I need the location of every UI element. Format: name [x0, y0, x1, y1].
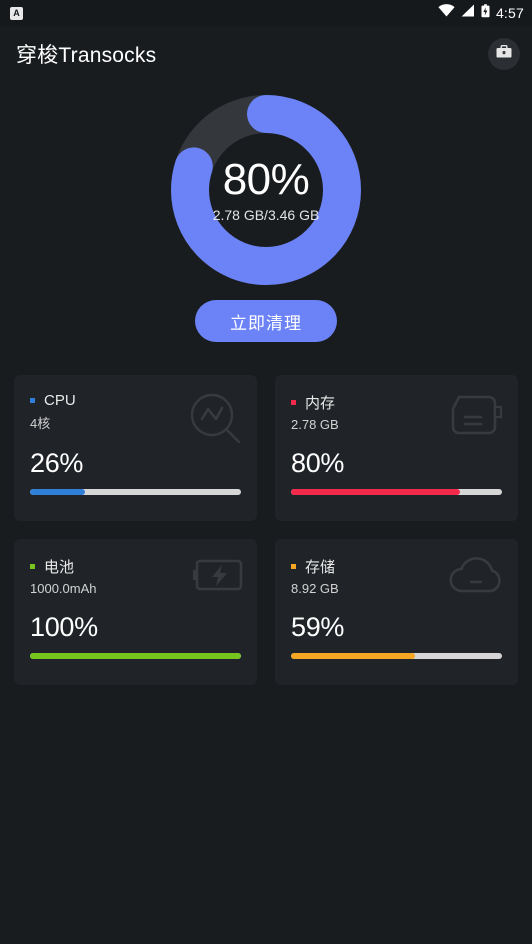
card-cpu-title: CPU [44, 392, 76, 409]
card-storage[interactable]: 存储 8.92 GB 59% [275, 539, 518, 685]
card-storage-head: 存储 8.92 GB [291, 556, 502, 596]
card-memory-percent: 80% [291, 448, 345, 478]
card-storage-bullet [291, 564, 296, 569]
clean-now-button[interactable]: 立即清理 [195, 300, 337, 342]
memory-donut-section: 80% 2.78 GB/3.46 GB [0, 84, 532, 296]
status-bar-left: A [10, 6, 23, 20]
card-memory-progress-fill [291, 489, 460, 495]
status-bar: A 4:57 [0, 0, 532, 26]
card-battery-subtitle: 1000.0mAh [30, 581, 97, 596]
app-screen: A 4:57 穿梭Transocks 80% 2.78 GB/3.46 GB 立… [0, 0, 532, 944]
card-cpu-percent: 26% [30, 448, 84, 478]
status-bar-clock: 4:57 [495, 5, 524, 21]
card-battery-title-row: 电池 [30, 556, 241, 577]
memory-donut-chart: 80% 2.78 GB/3.46 GB [171, 95, 361, 285]
card-battery[interactable]: 电池 1000.0mAh 100% [14, 539, 257, 685]
donut-svg [171, 95, 361, 285]
card-cpu-head: CPU 4核 [30, 392, 241, 432]
card-memory-title-row: 内存 [291, 392, 502, 413]
card-memory-subtitle: 2.78 GB [291, 417, 339, 432]
battery-charging-icon [481, 3, 490, 23]
card-storage-progress-track [291, 653, 502, 659]
clean-button-row: 立即清理 [0, 300, 532, 342]
card-battery-progress-track [30, 653, 241, 659]
status-bar-right: 4:57 [438, 3, 524, 23]
card-storage-subtitle: 8.92 GB [291, 581, 339, 596]
card-cpu-bullet [30, 398, 35, 403]
card-memory-title: 内存 [305, 395, 336, 412]
toolbox-icon [495, 43, 513, 66]
card-cpu-subtitle: 4核 [30, 416, 51, 431]
card-cpu[interactable]: CPU 4核 26% [14, 375, 257, 521]
card-memory[interactable]: 内存 2.78 GB 80% [275, 375, 518, 521]
card-cpu-title-row: CPU [30, 392, 241, 409]
wifi-icon [438, 4, 455, 22]
toolbox-button[interactable] [488, 38, 520, 70]
card-memory-bullet [291, 400, 296, 405]
card-memory-head: 内存 2.78 GB [291, 392, 502, 432]
card-storage-title: 存储 [305, 559, 336, 576]
page-title: 穿梭Transocks [16, 44, 157, 67]
card-storage-title-row: 存储 [291, 556, 502, 577]
signal-icon [461, 4, 475, 22]
card-battery-bullet [30, 564, 35, 569]
card-cpu-progress-fill [30, 489, 85, 495]
stats-grid: CPU 4核 26% 内存 2.78 GB 80% 电池 1000.0mAh 1… [0, 375, 532, 685]
card-cpu-progress-track [30, 489, 241, 495]
card-battery-progress-fill [30, 653, 241, 659]
card-memory-progress-track [291, 489, 502, 495]
card-storage-percent: 59% [291, 612, 345, 642]
card-battery-head: 电池 1000.0mAh [30, 556, 241, 596]
app-bar: 穿梭Transocks [0, 26, 532, 82]
card-battery-title: 电池 [44, 559, 75, 576]
app-notification-badge-icon: A [10, 6, 23, 20]
card-battery-percent: 100% [30, 612, 98, 642]
card-storage-progress-fill [291, 653, 416, 659]
